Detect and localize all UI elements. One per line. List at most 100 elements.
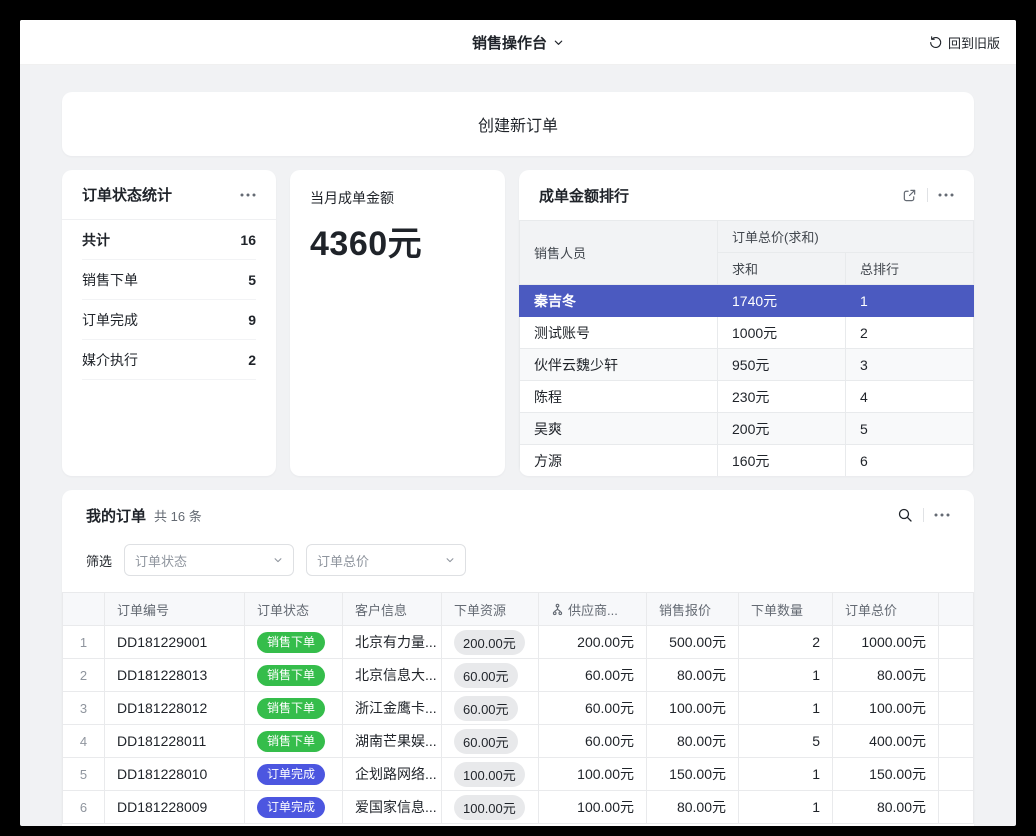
table-row[interactable]: 3DD181228012销售下单浙江金鹰卡...60.00元60.00元100.… xyxy=(63,692,974,725)
ranking-row[interactable]: 陈程230元4 xyxy=(520,381,974,413)
export-icon[interactable] xyxy=(902,188,917,203)
order-id: DD181228009 xyxy=(105,791,245,824)
ranking-row[interactable]: 秦吉冬1740元1 xyxy=(520,285,974,317)
order-quantity: 1 xyxy=(739,758,833,791)
create-order-button[interactable]: 创建新订单 xyxy=(62,92,974,156)
status-label: 订单完成 xyxy=(82,310,138,330)
fork-icon xyxy=(551,603,564,616)
order-status: 销售下单 xyxy=(245,659,343,692)
table-row[interactable]: 6DD181228009订单完成爱国家信息...100.00元100.00元80… xyxy=(63,791,974,824)
column-stub xyxy=(939,593,974,626)
column-header[interactable]: 客户信息 xyxy=(343,593,442,626)
my-orders-card: 我的订单 共 16 条 筛选 订单状态订单总价 xyxy=(62,490,974,826)
ranking-table-body: 秦吉冬1740元1测试账号1000元2伙伴云魏少轩950元3陈程230元4吴爽2… xyxy=(520,285,974,477)
page-title: 销售操作台 xyxy=(472,32,547,53)
order-id: DD181228013 xyxy=(105,659,245,692)
sales-quote: 150.00元 xyxy=(647,758,739,791)
create-order-label: 创建新订单 xyxy=(478,112,558,136)
ranking-col-salesperson[interactable]: 销售人员 xyxy=(520,221,718,285)
rank-name: 陈程 xyxy=(520,381,718,413)
status-row[interactable]: 共计16 xyxy=(82,220,256,260)
status-badge: 销售下单 xyxy=(257,698,325,719)
table-row[interactable]: 5DD181228010订单完成企划路网络...100.00元100.00元15… xyxy=(63,758,974,791)
ranking-table: 销售人员 订单总价(求和) 求和 总排行 秦吉冬1740元1测试账号1000元2… xyxy=(519,220,974,476)
status-badge: 销售下单 xyxy=(257,665,325,686)
row-stub xyxy=(939,725,974,758)
icon-divider xyxy=(923,508,924,522)
column-header[interactable]: 供应商... xyxy=(539,593,647,626)
ranking-card: 成单金额排行 销售人员 xyxy=(519,170,974,476)
column-label: 客户信息 xyxy=(355,603,407,618)
column-header[interactable]: 订单总价 xyxy=(833,593,939,626)
more-icon[interactable] xyxy=(934,513,950,517)
resource-pill: 100.00元 xyxy=(454,795,525,820)
column-label: 销售报价 xyxy=(659,603,711,618)
filter-label: 筛选 xyxy=(86,551,112,570)
filter-select-1[interactable]: 订单状态 xyxy=(124,544,294,576)
ranking-row[interactable]: 吴爽200元5 xyxy=(520,413,974,445)
status-row[interactable]: 销售下单5 xyxy=(82,260,256,300)
column-row-number xyxy=(63,593,105,626)
ranking-row[interactable]: 伙伴云魏少轩950元3 xyxy=(520,349,974,381)
top-bar: 销售操作台 回到旧版 xyxy=(20,20,1016,65)
rank-name: 吴爽 xyxy=(520,413,718,445)
icon-divider xyxy=(927,188,928,202)
orders-card-title: 我的订单 xyxy=(86,505,146,526)
rank-name: 伙伴云魏少轩 xyxy=(520,349,718,381)
back-link-label: 回到旧版 xyxy=(948,33,1000,52)
table-row[interactable]: 2DD181228013销售下单北京信息大...60.00元60.00元80.0… xyxy=(63,659,974,692)
ranking-col-rank[interactable]: 总排行 xyxy=(846,253,974,285)
resource-pill: 200.00元 xyxy=(454,630,525,655)
order-quantity: 1 xyxy=(739,692,833,725)
column-header[interactable]: 订单编号 xyxy=(105,593,245,626)
orders-table-body: 1DD181229001销售下单北京有力量...200.00元200.00元50… xyxy=(63,626,974,824)
table-row[interactable]: 4DD181228011销售下单湖南芒果娱...60.00元60.00元80.0… xyxy=(63,725,974,758)
filter-placeholder: 订单总价 xyxy=(317,551,369,570)
row-number: 5 xyxy=(63,758,105,791)
sales-quote: 500.00元 xyxy=(647,626,739,659)
rank-position: 4 xyxy=(846,381,974,413)
more-icon[interactable] xyxy=(938,193,954,197)
back-to-old-version-link[interactable]: 回到旧版 xyxy=(928,20,1000,64)
workspace-title-dropdown[interactable]: 销售操作台 xyxy=(472,32,564,53)
column-label: 订单编号 xyxy=(117,603,169,618)
stats-row: 订单状态统计 共计16销售下单5订单完成9媒介执行2 当月成单金额 4360元 … xyxy=(62,170,974,476)
order-total: 100.00元 xyxy=(833,692,939,725)
column-header[interactable]: 订单状态 xyxy=(245,593,343,626)
app-window: 销售操作台 回到旧版 创建新订单 订单状态统计 共计16销售下单5订单完成9媒介… xyxy=(20,20,1016,826)
column-header[interactable]: 下单资源 xyxy=(442,593,539,626)
ranking-row[interactable]: 测试账号1000元2 xyxy=(520,317,974,349)
ranking-row[interactable]: 方源160元6 xyxy=(520,445,974,477)
filter-select-2[interactable]: 订单总价 xyxy=(306,544,466,576)
order-total: 400.00元 xyxy=(833,725,939,758)
status-row[interactable]: 媒介执行2 xyxy=(82,340,256,380)
customer-info: 浙江金鹰卡... xyxy=(343,692,442,725)
order-resource: 60.00元 xyxy=(442,659,539,692)
order-id: DD181228010 xyxy=(105,758,245,791)
order-resource: 60.00元 xyxy=(442,725,539,758)
column-header[interactable]: 下单数量 xyxy=(739,593,833,626)
order-total: 80.00元 xyxy=(833,659,939,692)
table-row[interactable]: 1DD181229001销售下单北京有力量...200.00元200.00元50… xyxy=(63,626,974,659)
order-status: 订单完成 xyxy=(245,791,343,824)
resource-pill: 100.00元 xyxy=(454,762,525,787)
order-total: 150.00元 xyxy=(833,758,939,791)
order-resource: 60.00元 xyxy=(442,692,539,725)
status-row[interactable]: 订单完成 9 xyxy=(82,300,256,340)
column-label: 订单状态 xyxy=(257,603,309,618)
status-badge: 销售下单 xyxy=(257,731,325,752)
status-label: 销售下单 xyxy=(82,270,138,290)
ranking-col-sum[interactable]: 求和 xyxy=(718,253,846,285)
dashboard: 创建新订单 订单状态统计 共计16销售下单5订单完成9媒介执行2 当月成单金额 … xyxy=(20,65,1016,826)
status-badge: 订单完成 xyxy=(257,797,325,818)
order-id: DD181228012 xyxy=(105,692,245,725)
more-icon[interactable] xyxy=(240,193,256,197)
row-stub xyxy=(939,659,974,692)
rank-amount: 230元 xyxy=(718,381,846,413)
order-quantity: 5 xyxy=(739,725,833,758)
search-icon[interactable] xyxy=(897,507,913,523)
order-total: 1000.00元 xyxy=(833,626,939,659)
ranking-col-total[interactable]: 订单总价(求和) xyxy=(718,221,974,253)
status-value: 9 xyxy=(248,312,256,328)
column-header[interactable]: 销售报价 xyxy=(647,593,739,626)
